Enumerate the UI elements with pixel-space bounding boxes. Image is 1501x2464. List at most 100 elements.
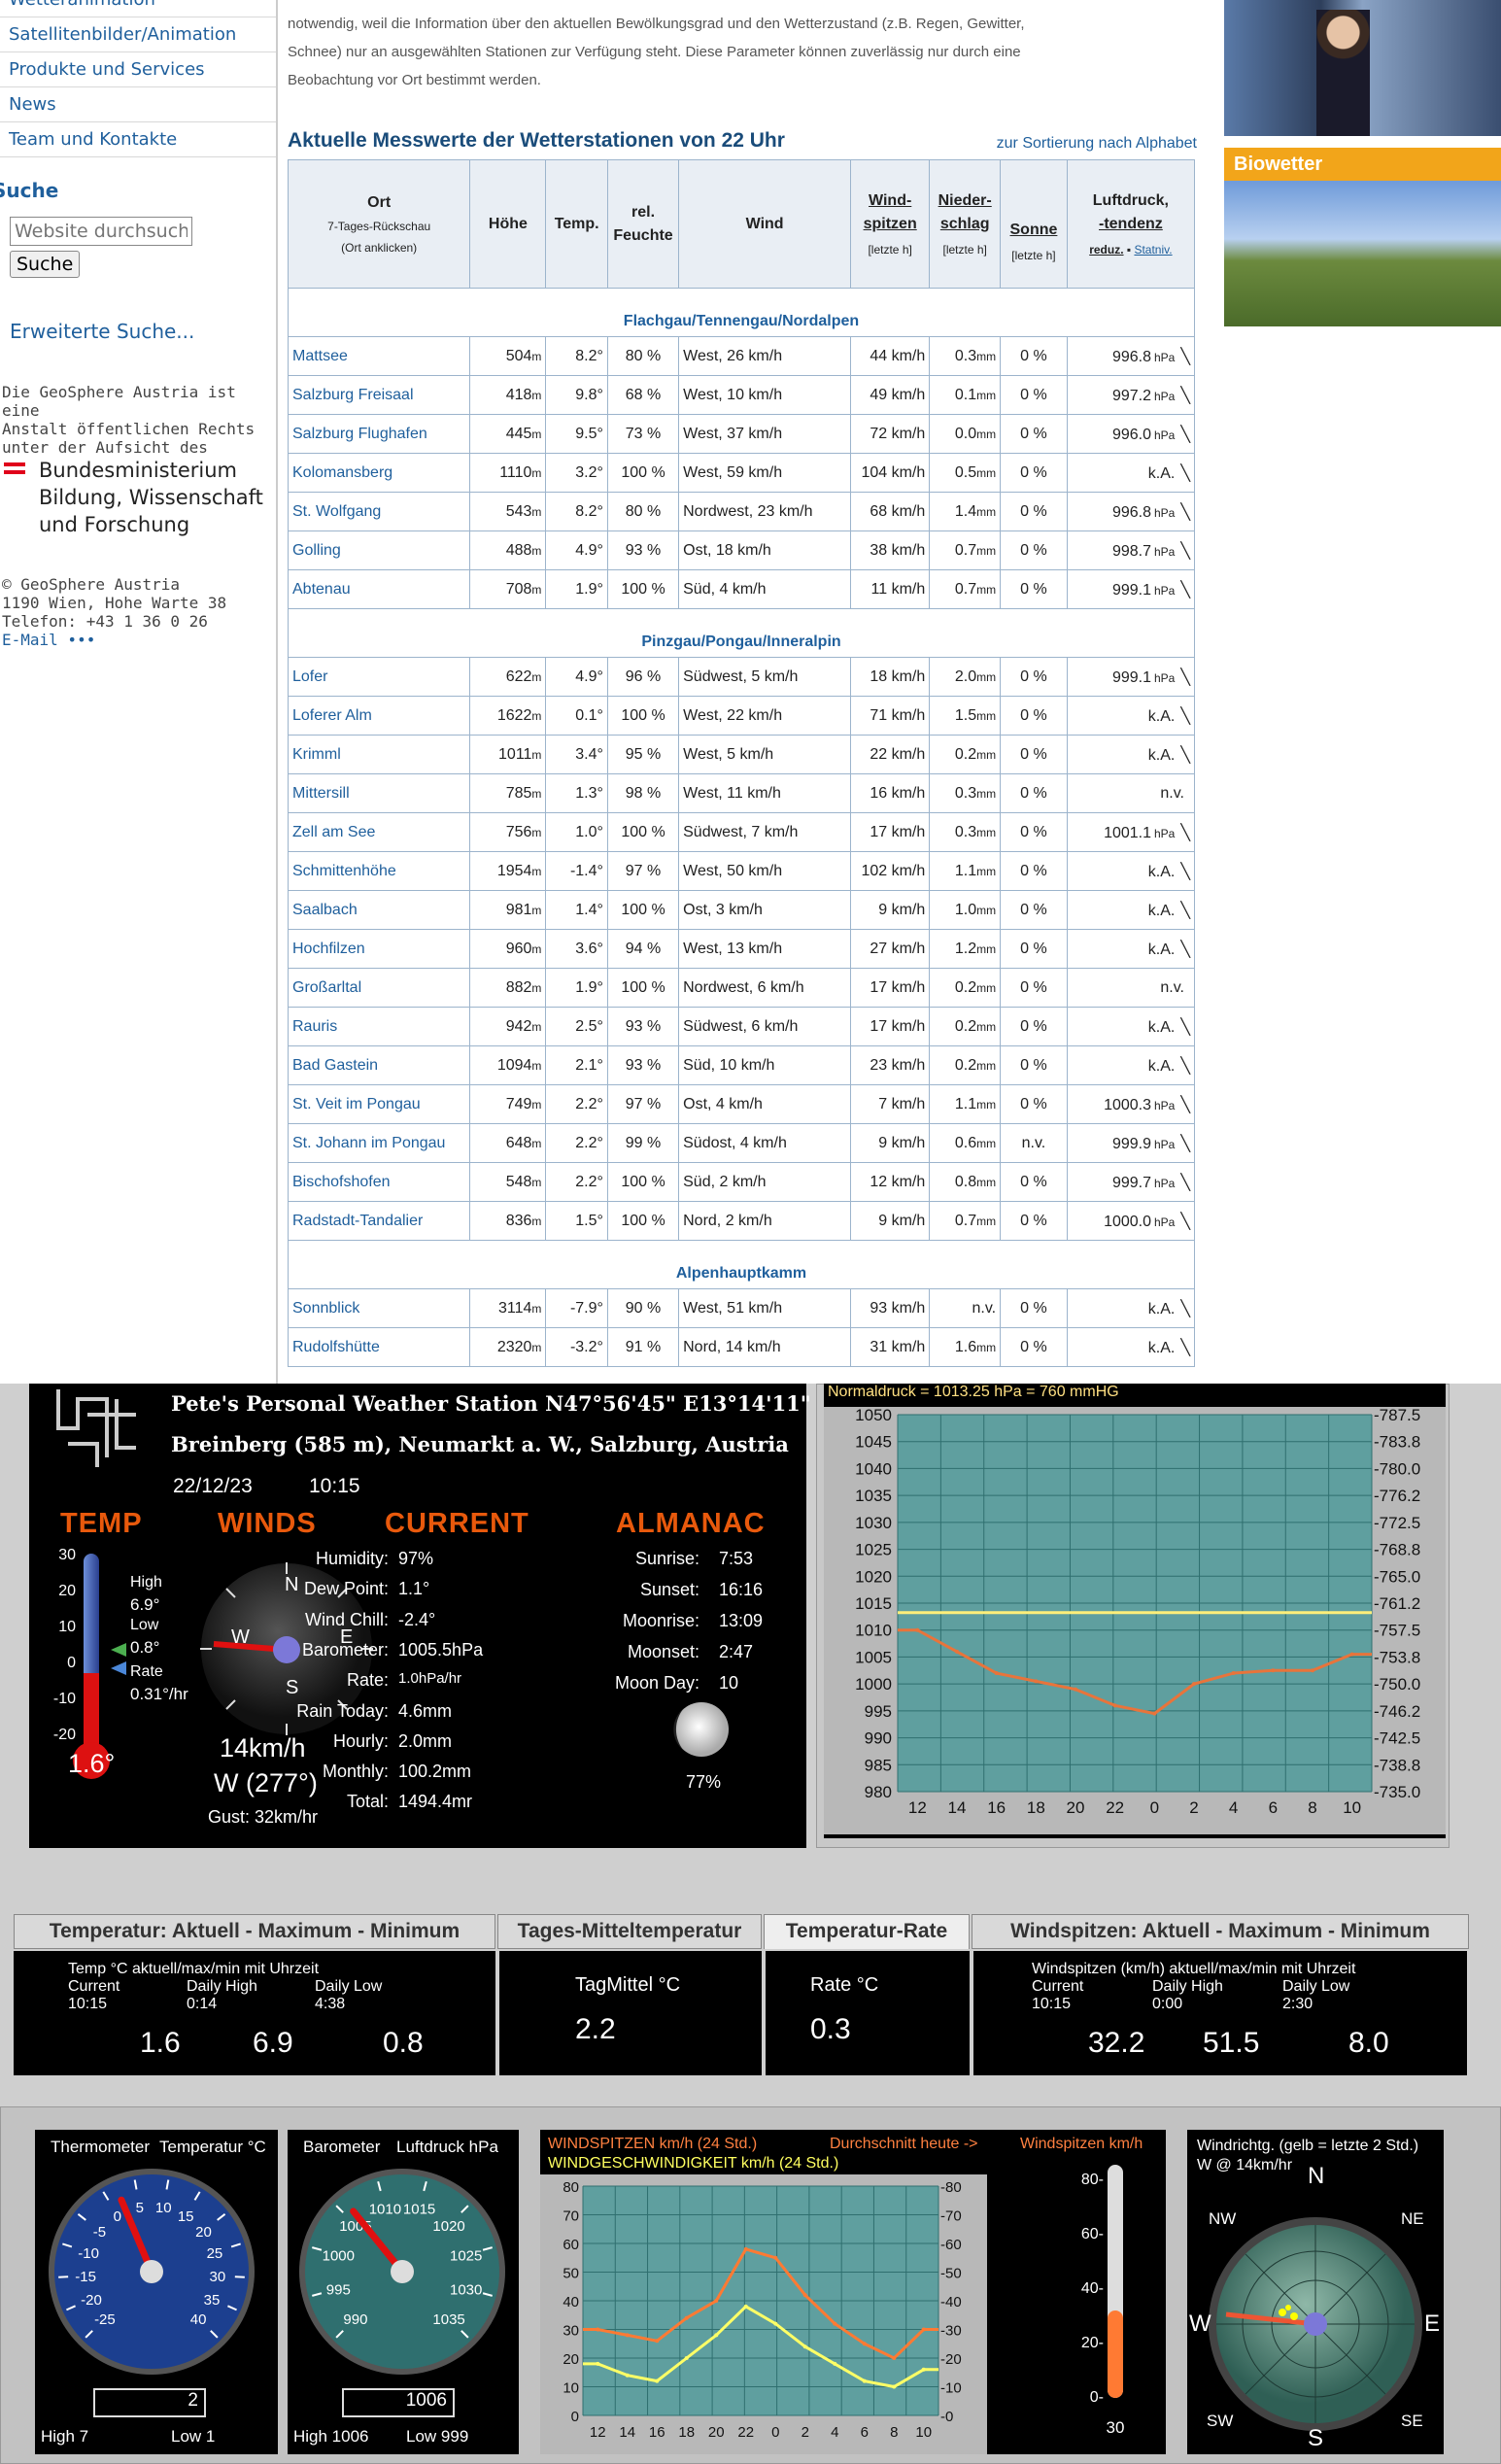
- biowetter-landscape-image[interactable]: [1224, 181, 1501, 326]
- station-link[interactable]: Lofer: [287, 657, 471, 697]
- tab-temperatur-rate[interactable]: Temperatur-Rate: [764, 1914, 970, 1949]
- station-link[interactable]: Bad Gastein: [287, 1045, 471, 1085]
- cell-windspitzen: 72 km/h: [850, 414, 931, 454]
- cell-temp: 9.8°: [545, 375, 608, 415]
- table-row: St. Veit im Pongau 749m 2.2° 97 % Ost, 4 km/…: [287, 1084, 1196, 1124]
- cell-windspitzen-value: 31 km/h: [870, 1338, 926, 1355]
- cell-sonne: 0 %: [1000, 569, 1068, 609]
- cell-hoehe-value: 1622: [496, 706, 532, 724]
- tab-tagesmittel[interactable]: Tages-Mitteltemperatur: [497, 1914, 762, 1949]
- station-link[interactable]: Hochfilzen: [287, 929, 471, 969]
- cell-sonne-value: 0 %: [1020, 1056, 1047, 1074]
- station-link[interactable]: Mittersill: [287, 773, 471, 813]
- ministry-logo[interactable]: Bundesministerium Bildung, Wissenschaft …: [39, 457, 263, 538]
- wind-readout-v1: 32.2: [1088, 2027, 1145, 2059]
- station-link[interactable]: Salzburg Flughafen: [287, 414, 471, 454]
- pressure-point: [915, 1627, 920, 1632]
- cell-temp: 1.9°: [545, 569, 608, 609]
- station-link[interactable]: Zell am See: [287, 812, 471, 852]
- station-link[interactable]: Abtenau: [287, 569, 471, 609]
- cell-windspitzen-value: 17 km/h: [870, 978, 926, 996]
- station-link[interactable]: St. Veit im Pongau: [287, 1084, 471, 1124]
- header-hoehe[interactable]: Höhe: [469, 159, 547, 289]
- station-link-value: St. Johann im Pongau: [292, 1134, 446, 1151]
- header-luft-1: Luftdruck,: [1092, 191, 1169, 209]
- bar-tick: 80-: [1081, 2172, 1104, 2188]
- wind-readout-v2: 51.5: [1203, 2027, 1260, 2059]
- rate-caption: Rate °C: [810, 1974, 879, 1996]
- header-luft-sub2[interactable]: Statniv.: [1134, 243, 1172, 257]
- station-link[interactable]: Kolomansberg: [287, 453, 471, 493]
- nav-item-produkte[interactable]: Produkte und Services: [0, 52, 276, 87]
- weather-presenter-image[interactable]: [1224, 0, 1501, 136]
- search-button[interactable]: Suche: [10, 251, 81, 278]
- header-temp[interactable]: Temp.: [545, 159, 608, 289]
- wind-series-0-point: [892, 2356, 897, 2360]
- pressure-y-tick: 1040: [855, 1459, 892, 1478]
- ministry-line-2: Bildung, Wissenschaft: [39, 486, 263, 509]
- station-link[interactable]: Bischofshofen: [287, 1162, 471, 1202]
- station-link[interactable]: Saalbach: [287, 890, 471, 930]
- cell-luftdruck-unit: hPa: [1154, 428, 1176, 442]
- tab-windspitzen[interactable]: Windspitzen: Aktuell - Maximum - Minimum: [972, 1914, 1469, 1949]
- station-link[interactable]: St. Wolfgang: [287, 492, 471, 531]
- nav-item-news[interactable]: News: [0, 87, 276, 122]
- nav-item-wetteranimation[interactable]: Wetteranimation: [0, 0, 276, 17]
- cell-sonne-value: n.v.: [1021, 1134, 1046, 1151]
- nav-item-team[interactable]: Team und Kontakte: [0, 122, 276, 157]
- pressure-y-tick: 1000: [855, 1675, 892, 1694]
- bar-tick: 0-: [1090, 2389, 1104, 2406]
- email-link[interactable]: E-Mail •••: [2, 631, 95, 649]
- cell-feuchte: 97 %: [606, 851, 680, 891]
- station-link[interactable]: Sonnblick: [287, 1288, 471, 1328]
- advanced-search-link[interactable]: Erweiterte Suche...: [10, 320, 194, 343]
- cell-windspitzen-value: 72 km/h: [870, 425, 926, 442]
- header-luft-sub1[interactable]: reduz.: [1089, 243, 1123, 257]
- pressure-point: [1311, 1668, 1314, 1673]
- cell-feuchte: 68 %: [606, 375, 680, 415]
- thermo-tick-label: -25: [94, 2311, 116, 2328]
- nav-item-satellitenbilder[interactable]: Satellitenbilder/Animation: [0, 17, 276, 52]
- cell-feuchte: 97 %: [606, 1084, 680, 1124]
- station-link[interactable]: Golling: [287, 530, 471, 570]
- station-link[interactable]: Schmittenhöhe: [287, 851, 471, 891]
- cell-feuchte-value: 90 %: [625, 1299, 662, 1317]
- station-link[interactable]: Radstadt-Tandalier: [287, 1201, 471, 1241]
- pressure-trend-icon: ╲: [1180, 1057, 1190, 1075]
- cell-niederschlag: 0.2mm: [929, 735, 1002, 774]
- station-link[interactable]: Salzburg Freisaal: [287, 375, 471, 415]
- search-input[interactable]: [10, 217, 192, 246]
- station-link[interactable]: Loferer Alm: [287, 696, 471, 736]
- cell-hoehe-value: 785: [505, 784, 532, 802]
- cell-windspitzen: 17 km/h: [850, 1007, 931, 1046]
- header-windspitzen[interactable]: Wind-spitzen [letzte h]: [850, 159, 931, 289]
- pressure-trend-icon: ╲: [1180, 941, 1190, 958]
- header-feuchte[interactable]: rel. Feuchte: [606, 159, 680, 289]
- table-row: Kolomansberg 1110m 3.2° 100 % West, 59 km/h 1…: [287, 453, 1196, 493]
- station-link[interactable]: Rudolfshütte: [287, 1327, 471, 1367]
- header-luftdruck[interactable]: Luftdruck, -tendenz reduz. ▪ Statniv.: [1066, 159, 1196, 289]
- header-sonne-label: Sonne: [1009, 221, 1058, 238]
- sort-alphabet-link[interactable]: zur Sortierung nach Alphabet: [997, 135, 1197, 153]
- wind-series-1-point: [921, 2367, 926, 2372]
- header-niederschlag[interactable]: Nieder-schlag [letzte h]: [929, 159, 1002, 289]
- tab-temperatur[interactable]: Temperatur: Aktuell - Maximum - Minimum: [14, 1914, 495, 1949]
- station-link[interactable]: Rauris: [287, 1007, 471, 1046]
- station-link[interactable]: Mattsee: [287, 336, 471, 376]
- biowetter-banner[interactable]: Biowetter: [1224, 148, 1501, 181]
- header-sonne[interactable]: Sonne [letzte h]: [1000, 159, 1068, 289]
- cell-wind-value: Südwest, 6 km/h: [683, 1017, 799, 1035]
- station-link[interactable]: Großarltal: [287, 968, 471, 1008]
- legal-text-2: Anstalt öffentlichen Rechts: [2, 420, 256, 438]
- cell-hoehe: 1011m: [469, 735, 547, 774]
- wind-series-1-point: [802, 2344, 807, 2349]
- wind-y-tick: 30: [563, 2323, 579, 2340]
- cell-windspitzen: 49 km/h: [850, 375, 931, 415]
- cell-feuchte-value: 93 %: [625, 1017, 662, 1035]
- header-ort[interactable]: Ort 7-Tages-Rückschau (Ort anklicken): [287, 159, 471, 289]
- right-column: Biowetter: [1216, 0, 1501, 1384]
- header-wind[interactable]: Wind: [678, 159, 852, 289]
- wind-y2-tick: -70: [940, 2208, 962, 2225]
- station-link[interactable]: Krimml: [287, 735, 471, 774]
- station-link[interactable]: St. Johann im Pongau: [287, 1123, 471, 1163]
